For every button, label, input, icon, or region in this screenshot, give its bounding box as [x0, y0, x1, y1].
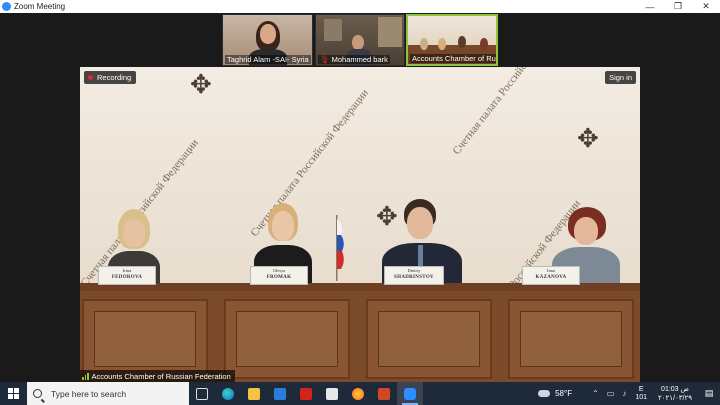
clock[interactable]: 01:03 ص ٢٠٢١/٠٣/٢٩ [658, 385, 692, 403]
main-speaker-video[interactable]: ✥ ✥ ✥ Счетная палата Российской Федераци… [80, 67, 640, 382]
minimize-button[interactable]: — [636, 2, 664, 12]
table-panel [224, 299, 350, 379]
nameplate: Irina FEDOROVA [98, 266, 156, 285]
volume-icon[interactable]: ♪ [622, 389, 626, 398]
double-eagle-emblem-icon: ✥ [190, 69, 212, 99]
store-app[interactable] [319, 382, 345, 405]
nameplate: Dmitry SHADRINSTOV [384, 266, 444, 285]
weather-widget[interactable]: 58°F [538, 389, 572, 398]
windows-logo-icon [8, 388, 19, 399]
participant-name: 🎙 Mohammed bark [318, 55, 390, 64]
table-panel [366, 299, 492, 379]
recording-label: Recording [97, 73, 132, 82]
search-icon [33, 389, 42, 398]
window-title: Zoom Meeting [14, 2, 66, 11]
firefox-icon [352, 387, 364, 400]
weather-temp: 58°F [555, 389, 573, 398]
edge-app[interactable] [215, 382, 241, 405]
meeting-area: Taghrid Alam -SAI- Syria 🎙 Mohammed bark… [0, 13, 720, 382]
clock-date: ٢٠٢١/٠٣/٢٩ [658, 394, 692, 402]
clock-time: 01:03 ص [661, 385, 689, 393]
powerpoint-app[interactable] [371, 382, 397, 405]
acrobat-icon [300, 387, 312, 400]
connection-signal-icon [82, 372, 89, 380]
window-titlebar: Zoom Meeting — ❐ ✕ [0, 0, 720, 13]
mail-icon [274, 387, 286, 400]
participant-thumbnail[interactable]: 🎙 Mohammed bark [315, 14, 405, 66]
zoom-app-icon [2, 2, 11, 11]
mail-app[interactable] [267, 382, 293, 405]
double-eagle-emblem-icon: ✥ [577, 123, 599, 153]
cloud-icon [538, 390, 551, 397]
taskbar-search-box[interactable]: Type here to search [27, 382, 189, 405]
nameplate: Inna KAZANOVA [522, 266, 580, 285]
recording-dot-icon [88, 75, 93, 80]
task-view-button[interactable] [189, 382, 215, 405]
participant-thumbnail[interactable]: Taghrid Alam -SAI- Syria [222, 14, 313, 66]
start-button[interactable] [0, 382, 27, 405]
speaker-name-label: Accounts Chamber of Russian Federation [80, 370, 235, 382]
firefox-app[interactable] [345, 382, 371, 405]
powerpoint-icon [378, 387, 390, 400]
file-explorer-app[interactable] [241, 382, 267, 405]
acrobat-app[interactable] [293, 382, 319, 405]
russian-flag-icon [336, 215, 344, 281]
store-icon [326, 387, 338, 400]
zoom-icon [404, 387, 416, 400]
nameplate: Olesya FROMAK [250, 266, 308, 285]
table-panel [82, 299, 208, 379]
network-icon[interactable]: ▭ [607, 389, 615, 398]
participant-thumbnail-active[interactable]: Accounts Chamber of Rus... [406, 14, 498, 66]
close-button[interactable]: ✕ [692, 1, 720, 12]
notification-icon[interactable]: ▤ [698, 388, 720, 399]
zoom-app[interactable] [397, 382, 423, 405]
task-view-icon [196, 387, 208, 400]
participant-name: Taghrid Alam -SAI- Syria [225, 55, 311, 64]
edge-icon [222, 387, 234, 400]
sign-in-button[interactable]: Sign in [605, 71, 636, 84]
folder-icon [248, 387, 260, 400]
system-tray: 58°F ⌃ ▭ ♪ E 101 01:03 ص ٢٠٢١/٠٣/٢٩ ▤ [538, 382, 720, 405]
chevron-up-icon[interactable]: ⌃ [592, 389, 599, 398]
restore-button[interactable]: ❐ [664, 1, 692, 12]
participant-name: Accounts Chamber of Rus... [410, 54, 498, 63]
search-placeholder: Type here to search [51, 388, 127, 399]
table-panel [508, 299, 634, 379]
muted-mic-icon: 🎙 [320, 55, 330, 64]
language-indicator[interactable]: E 101 [635, 386, 647, 402]
windows-taskbar: Type here to search 58°F ⌃ ▭ ♪ E 101 01:… [0, 382, 720, 405]
recording-indicator[interactable]: Recording [84, 71, 137, 84]
